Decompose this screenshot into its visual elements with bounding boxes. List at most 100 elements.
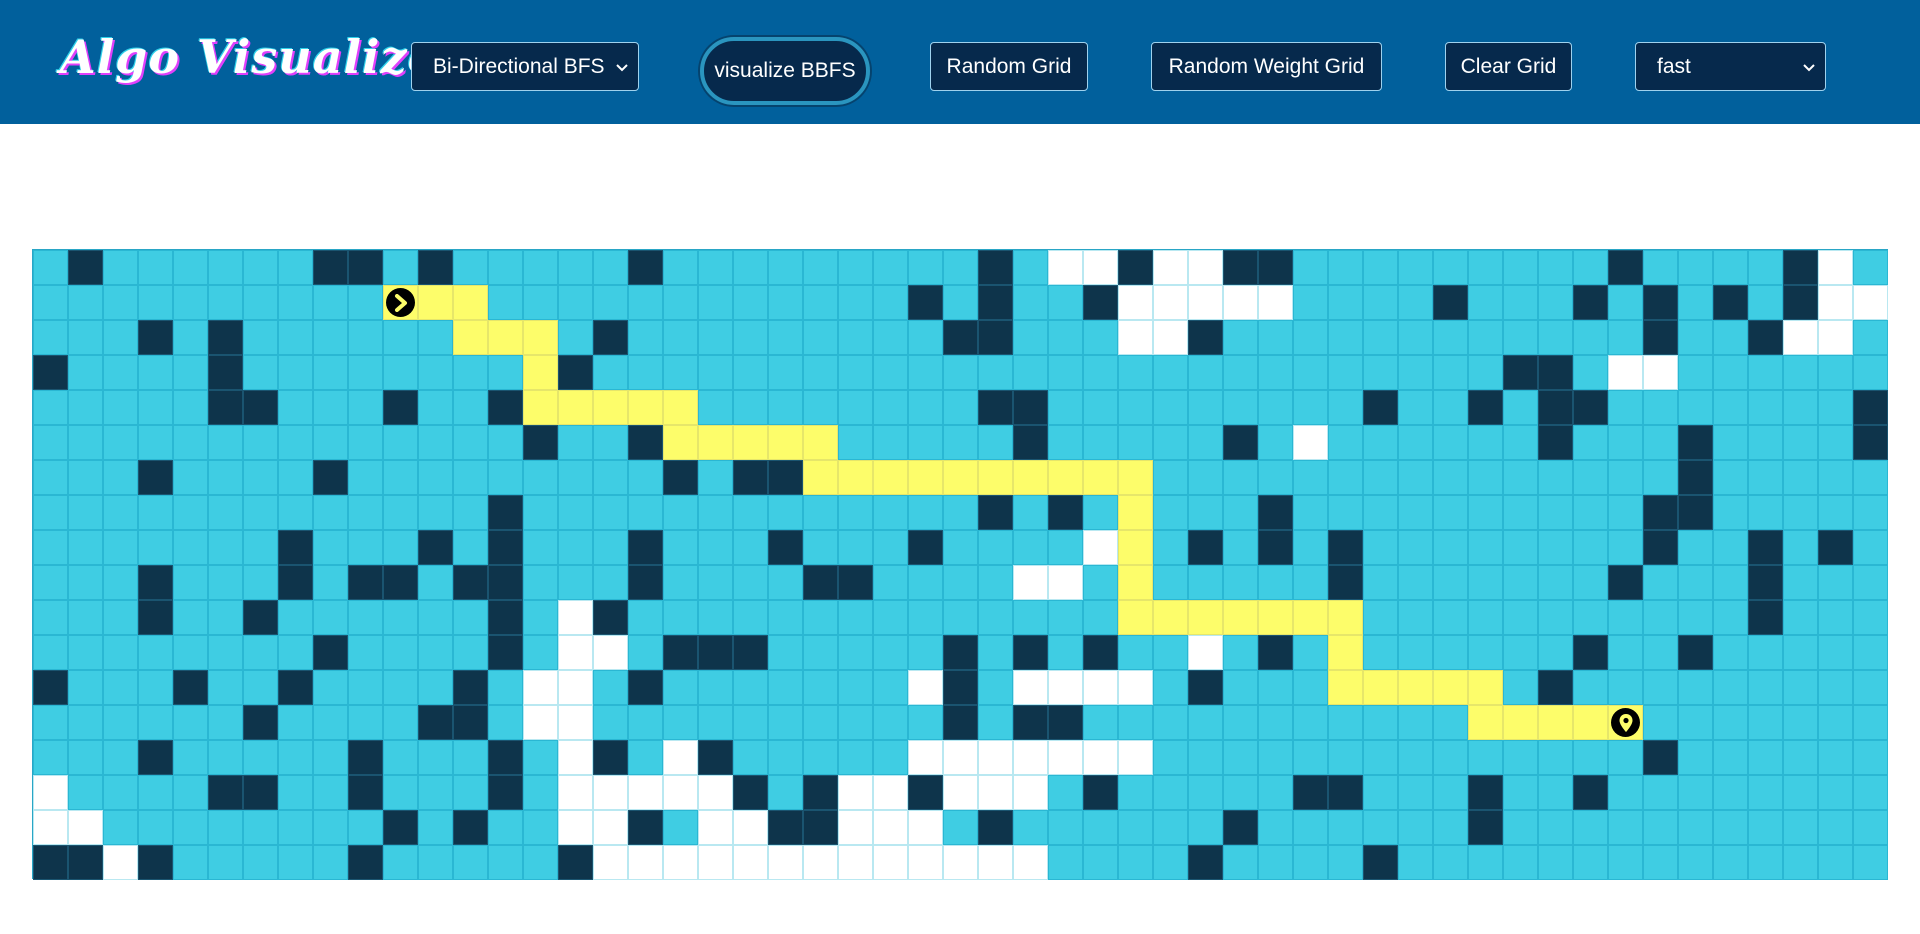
grid-cell-empty[interactable] [558, 425, 593, 460]
grid-cell-empty[interactable] [1293, 390, 1328, 425]
grid-cell-empty[interactable] [1713, 740, 1748, 775]
grid-cell-wall[interactable] [278, 670, 313, 705]
grid-cell-empty[interactable] [908, 600, 943, 635]
grid-cell-empty[interactable] [1853, 355, 1888, 390]
grid-cell-visited[interactable] [1153, 320, 1188, 355]
grid-cell-empty[interactable] [278, 775, 313, 810]
grid-cell-visited[interactable] [908, 810, 943, 845]
grid-cell-path[interactable] [803, 425, 838, 460]
grid-cell-empty[interactable] [663, 810, 698, 845]
grid-cell-wall[interactable] [593, 740, 628, 775]
grid-cell-empty[interactable] [1503, 600, 1538, 635]
grid-cell-empty[interactable] [1853, 600, 1888, 635]
grid-cell-wall[interactable] [1608, 565, 1643, 600]
grid-cell-empty[interactable] [1468, 635, 1503, 670]
grid-cell-wall[interactable] [1643, 530, 1678, 565]
grid-cell-wall[interactable] [68, 250, 103, 285]
grid-cell-empty[interactable] [68, 565, 103, 600]
grid-cell-empty[interactable] [348, 320, 383, 355]
grid-cell-visited[interactable] [558, 705, 593, 740]
grid-cell-empty[interactable] [103, 705, 138, 740]
grid-cell-empty[interactable] [103, 530, 138, 565]
grid-cell-empty[interactable] [838, 425, 873, 460]
grid-cell-wall[interactable] [908, 530, 943, 565]
grid-cell-wall[interactable] [1468, 390, 1503, 425]
grid-cell-empty[interactable] [418, 740, 453, 775]
grid-cell-empty[interactable] [1258, 460, 1293, 495]
grid-cell-empty[interactable] [68, 460, 103, 495]
grid-cell-empty[interactable] [348, 285, 383, 320]
grid-cell-empty[interactable] [733, 705, 768, 740]
grid-cell-empty[interactable] [1293, 250, 1328, 285]
grid-cell-empty[interactable] [1538, 600, 1573, 635]
grid-cell-empty[interactable] [278, 740, 313, 775]
grid-cell-empty[interactable] [698, 285, 733, 320]
grid-cell-empty[interactable] [1013, 355, 1048, 390]
grid-cell-visited[interactable] [593, 810, 628, 845]
grid-cell-empty[interactable] [1503, 810, 1538, 845]
grid-cell-empty[interactable] [1538, 775, 1573, 810]
grid-cell-path[interactable] [733, 425, 768, 460]
grid-cell-empty[interactable] [453, 355, 488, 390]
grid-cell-empty[interactable] [68, 285, 103, 320]
grid-cell-empty[interactable] [1608, 495, 1643, 530]
grid-cell-empty[interactable] [488, 285, 523, 320]
grid-cell-visited[interactable] [1608, 355, 1643, 390]
grid-cell-empty[interactable] [1608, 670, 1643, 705]
grid-cell-visited[interactable] [68, 810, 103, 845]
grid-cell-empty[interactable] [1328, 250, 1363, 285]
grid-cell-empty[interactable] [1503, 250, 1538, 285]
grid-cell-empty[interactable] [663, 355, 698, 390]
clear-grid-button[interactable]: Clear Grid [1445, 42, 1572, 91]
grid-cell-visited[interactable] [1083, 530, 1118, 565]
grid-cell-empty[interactable] [733, 250, 768, 285]
grid-cell-empty[interactable] [1538, 530, 1573, 565]
grid-cell-empty[interactable] [943, 425, 978, 460]
grid-cell-empty[interactable] [1363, 565, 1398, 600]
grid-cell-empty[interactable] [1853, 530, 1888, 565]
grid-cell-empty[interactable] [1153, 740, 1188, 775]
grid-cell-empty[interactable] [1363, 810, 1398, 845]
grid-cell-wall[interactable] [978, 320, 1013, 355]
grid-cell-wall[interactable] [593, 320, 628, 355]
grid-cell-path[interactable] [1153, 600, 1188, 635]
grid-cell-empty[interactable] [1853, 845, 1888, 880]
grid-cell-visited[interactable] [908, 845, 943, 880]
grid-cell-empty[interactable] [243, 425, 278, 460]
grid-cell-wall[interactable] [173, 670, 208, 705]
grid-cell-empty[interactable] [383, 495, 418, 530]
pathfinding-grid[interactable] [32, 249, 1888, 880]
grid-cell-empty[interactable] [663, 250, 698, 285]
grid-cell-empty[interactable] [1223, 775, 1258, 810]
grid-cell-empty[interactable] [1398, 460, 1433, 495]
grid-cell-empty[interactable] [1678, 250, 1713, 285]
grid-cell-empty[interactable] [768, 495, 803, 530]
grid-cell-empty[interactable] [1783, 670, 1818, 705]
grid-cell-empty[interactable] [803, 670, 838, 705]
grid-cell-empty[interactable] [1538, 740, 1573, 775]
grid-cell-empty[interactable] [1643, 425, 1678, 460]
grid-cell-wall[interactable] [348, 845, 383, 880]
grid-cell-empty[interactable] [1048, 390, 1083, 425]
grid-cell-empty[interactable] [1433, 775, 1468, 810]
grid-cell-empty[interactable] [103, 565, 138, 600]
grid-cell-empty[interactable] [628, 705, 663, 740]
grid-cell-empty[interactable] [838, 285, 873, 320]
grid-cell-empty[interactable] [1468, 495, 1503, 530]
grid-cell-path[interactable] [1328, 670, 1363, 705]
grid-cell-wall[interactable] [1678, 460, 1713, 495]
grid-cell-empty[interactable] [593, 530, 628, 565]
grid-cell-visited[interactable] [1013, 845, 1048, 880]
grid-cell-empty[interactable] [313, 355, 348, 390]
grid-cell-visited[interactable] [558, 600, 593, 635]
grid-cell-path[interactable] [628, 390, 663, 425]
grid-cell-path[interactable] [768, 425, 803, 460]
grid-cell-empty[interactable] [1293, 320, 1328, 355]
grid-cell-wall[interactable] [698, 740, 733, 775]
grid-cell-wall[interactable] [803, 565, 838, 600]
grid-cell-visited[interactable] [1293, 425, 1328, 460]
grid-cell-empty[interactable] [733, 740, 768, 775]
grid-cell-wall[interactable] [1818, 530, 1853, 565]
grid-cell-visited[interactable] [768, 845, 803, 880]
grid-cell-empty[interactable] [348, 705, 383, 740]
